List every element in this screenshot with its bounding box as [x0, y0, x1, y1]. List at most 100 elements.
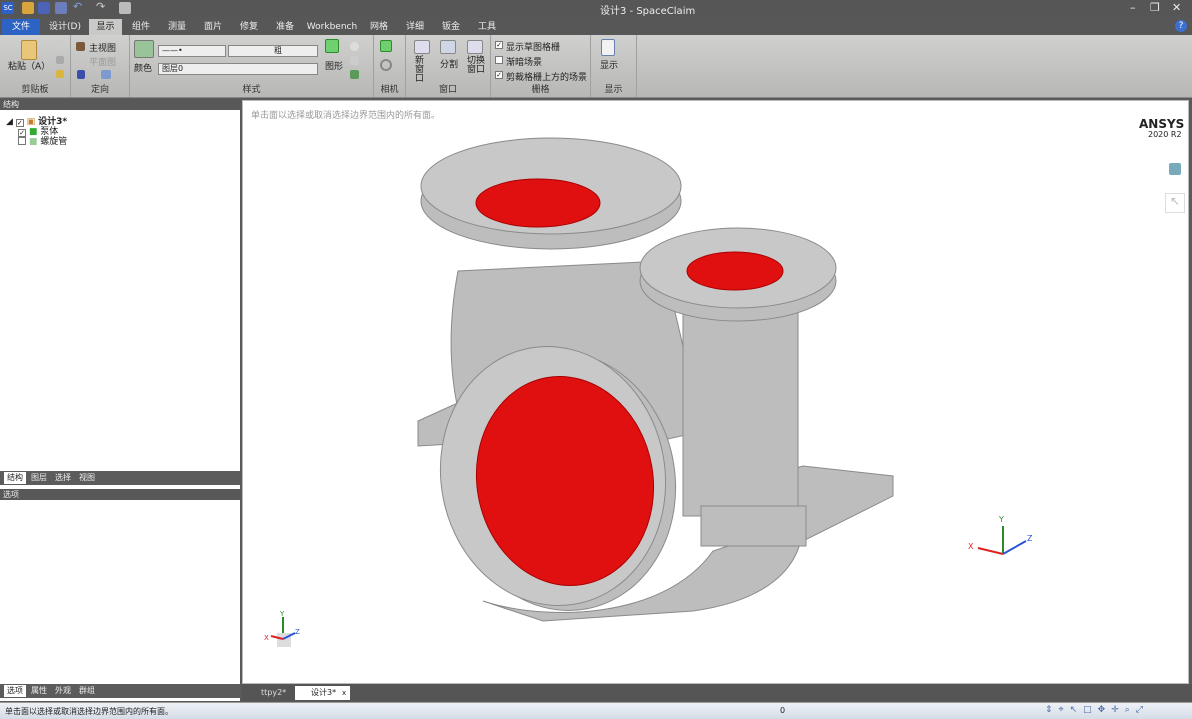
- options-header: 选项: [0, 489, 240, 500]
- document-icon[interactable]: [601, 39, 615, 56]
- tab-measure[interactable]: 测量: [162, 19, 192, 35]
- print-icon[interactable]: [119, 2, 131, 14]
- tab-layers[interactable]: 图层: [28, 472, 50, 484]
- tab-workbench[interactable]: Workbench: [306, 19, 358, 35]
- paste-button[interactable]: 粘贴（A）: [8, 59, 50, 72]
- color-button[interactable]: 颜色: [134, 61, 152, 74]
- new-window-button[interactable]: 新窗口: [415, 57, 429, 84]
- axis-triad: [977, 526, 1027, 555]
- close-tab-icon[interactable]: x: [342, 689, 346, 697]
- document-tabs: ttpy2* 设计3* x: [242, 684, 1192, 701]
- tab-structure[interactable]: 结构: [4, 472, 26, 484]
- copy-icon[interactable]: [56, 56, 64, 64]
- mini-y-label: Y: [279, 610, 285, 618]
- home-icon[interactable]: [76, 42, 85, 51]
- layer-dropdown[interactable]: 图层0: [158, 63, 318, 75]
- title-bar: SC ↶ ↷ 设计3 - SpaceClaim – ❐ ✕: [0, 0, 1192, 17]
- grid-checkbox-1[interactable]: [495, 56, 503, 64]
- format-painter-icon[interactable]: [56, 70, 64, 78]
- tab-views[interactable]: 视图: [76, 472, 98, 484]
- cut-icon[interactable]: [56, 41, 64, 49]
- axis-z-label: Z: [1027, 534, 1033, 543]
- redo-icon[interactable]: ↷: [96, 0, 108, 13]
- split-button[interactable]: 分割: [440, 57, 458, 70]
- window-title: 设计3 - SpaceClaim: [600, 6, 696, 17]
- tab-prepare[interactable]: 准备: [270, 19, 300, 35]
- undo-icon[interactable]: ↶: [73, 0, 85, 13]
- doc-tab-ttpy2[interactable]: ttpy2*: [245, 686, 295, 700]
- tree: ◢ ✓ ▣ 设计3* ✓ ■ 泵体 ■ 螺旋管: [6, 114, 68, 147]
- tab-file[interactable]: 文件: [2, 19, 40, 35]
- line-style-dropdown[interactable]: ——•: [158, 45, 226, 57]
- status-bar: 单击面以选择或取消选择边界范围内的所有面。 0 ⇕⌖↖□✥✛⌕⤢: [0, 702, 1192, 719]
- graphics-cube-icon[interactable]: [325, 39, 339, 53]
- group-camera: 相机: [374, 35, 406, 97]
- line-weight-value: 粗: [274, 46, 282, 55]
- minimize-button[interactable]: –: [1130, 1, 1136, 14]
- group-label: 窗口: [438, 85, 457, 95]
- switch-window-button[interactable]: 切换窗口: [467, 57, 485, 75]
- group-label: 样式: [242, 85, 261, 95]
- mini-x-label: X: [264, 634, 269, 642]
- grid-checkbox-2[interactable]: ✓: [495, 71, 503, 79]
- view-tools-icons[interactable]: ⇕⌖↖□✥✛⌕⤢: [1045, 705, 1149, 715]
- tab-properties[interactable]: 属性: [28, 685, 50, 697]
- options-tabs: 选项 属性 外观 群组: [0, 684, 240, 698]
- show-button[interactable]: 显示: [600, 58, 618, 71]
- close-button[interactable]: ✕: [1172, 1, 1181, 14]
- open-icon[interactable]: [22, 2, 34, 14]
- tab-assembly[interactable]: 组件: [126, 19, 156, 35]
- grid-label-0: 显示草图格栅: [506, 43, 561, 53]
- split-icon[interactable]: [440, 40, 456, 54]
- top-opening: [475, 178, 601, 228]
- mini-triad: [270, 617, 296, 647]
- group-window: 新窗口 分割 切换窗口 窗口: [406, 35, 491, 97]
- color-swatch[interactable]: [134, 40, 154, 58]
- tab-sheetmetal[interactable]: 钣金: [436, 19, 466, 35]
- help-icon[interactable]: ?: [1175, 20, 1187, 32]
- camera-cube-icon[interactable]: [380, 40, 392, 52]
- 3d-viewport[interactable]: 单击面以选择或取消选择边界范围内的所有面。 ANSYS 2020 R2 ↖ Y …: [242, 100, 1189, 684]
- gear-icon[interactable]: [380, 59, 392, 71]
- left-panel: 结构 ◢ ✓ ▣ 设计3* ✓ ■ 泵体 ■ 螺旋管 结构 图层 选择 视图 选…: [0, 99, 240, 701]
- tab-appearance[interactable]: 外观: [52, 685, 74, 697]
- tab-display[interactable]: 显示: [89, 19, 122, 35]
- body-icon[interactable]: [350, 70, 359, 79]
- tab-detail[interactable]: 详细: [400, 19, 430, 35]
- new-window-icon[interactable]: [414, 40, 430, 54]
- app-logo: SC: [2, 2, 14, 14]
- tab-groups[interactable]: 群组: [76, 685, 98, 697]
- line-weight-dropdown[interactable]: 粗: [228, 45, 318, 57]
- axis-y-label: Y: [998, 515, 1004, 524]
- status-message: 单击面以选择或取消选择边界范围内的所有面。: [5, 707, 173, 716]
- restore-button[interactable]: ❐: [1150, 1, 1160, 14]
- switch-window-icon[interactable]: [467, 40, 483, 54]
- tab-options[interactable]: 选项: [4, 685, 26, 697]
- selection-count: 0: [780, 706, 786, 715]
- cylinder-icon[interactable]: [350, 56, 359, 65]
- tab-facets[interactable]: 面片: [198, 19, 228, 35]
- tree-label: 螺旋管: [40, 137, 68, 147]
- pump-model[interactable]: Y X Z Y X Z: [243, 101, 1190, 685]
- axis-x-label: X: [968, 542, 974, 551]
- tab-tools[interactable]: 工具: [472, 19, 502, 35]
- view-cube-icon[interactable]: [77, 70, 85, 79]
- group-style: 颜色 ——• 粗 图层0 图形 样式: [130, 35, 374, 97]
- graphics-button[interactable]: 图形: [325, 59, 343, 72]
- tab-design[interactable]: 设计(D): [44, 19, 86, 35]
- save-as-icon[interactable]: [55, 2, 67, 14]
- tab-selection[interactable]: 选择: [52, 472, 74, 484]
- tab-repair[interactable]: 修复: [234, 19, 264, 35]
- plan-view-button[interactable]: 平面图: [89, 55, 116, 68]
- home-view-button[interactable]: 主视图: [89, 41, 116, 54]
- outlet-flange-base: [700, 505, 807, 547]
- sphere-icon[interactable]: [350, 42, 359, 51]
- grid-checkbox-0[interactable]: ✓: [495, 41, 503, 49]
- save-icon[interactable]: [38, 2, 50, 14]
- structure-header: 结构: [0, 99, 240, 110]
- paste-icon[interactable]: [21, 40, 37, 60]
- snap-view-icon[interactable]: [101, 70, 111, 79]
- tree-item-root[interactable]: ◢ ✓ ▣ 设计3*: [6, 114, 67, 127]
- tab-mesh[interactable]: 网格: [364, 19, 394, 35]
- structure-tabs: 结构 图层 选择 视图: [0, 471, 240, 485]
